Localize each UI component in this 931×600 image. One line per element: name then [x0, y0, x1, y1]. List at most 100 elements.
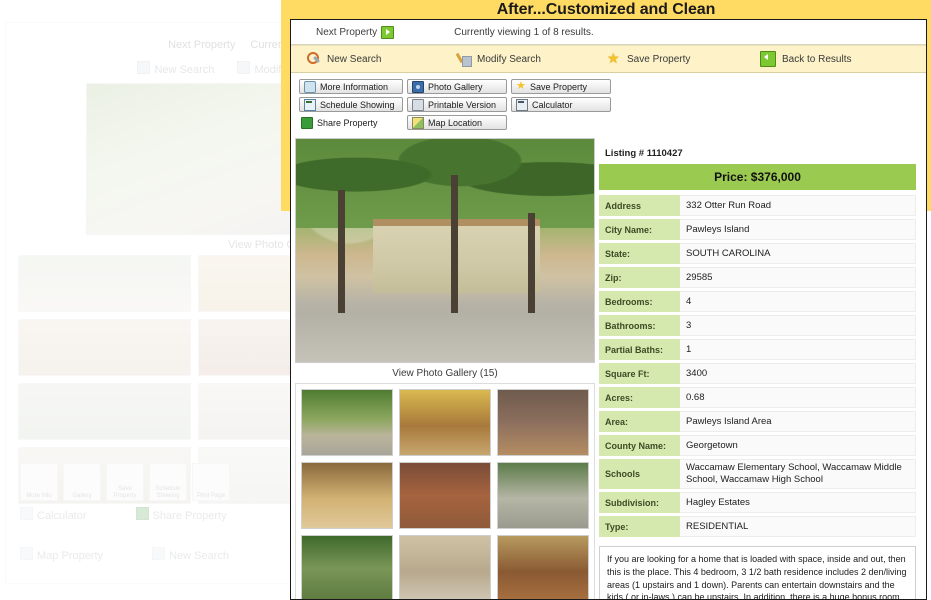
before-button-schedule-showing: Schedule Showing — [149, 463, 187, 501]
property-description: If you are looking for a home that is lo… — [599, 546, 916, 599]
share-property-label: Share Property — [317, 117, 378, 128]
right-column: Listing # 1110427 Price: $376,000 Addres… — [597, 138, 922, 599]
before-link-new-search-2: New Search — [152, 547, 229, 562]
before-button-save-property: Save Property — [106, 463, 144, 501]
schedule-showing-button[interactable]: Schedule Showing — [299, 97, 403, 112]
tree-trunk-right — [528, 212, 536, 313]
detail-value: 1 — [680, 339, 916, 360]
detail-value: Hagley Estates — [680, 492, 916, 513]
thumb-breakfast-nook[interactable] — [497, 535, 589, 599]
thumbnail-row — [301, 535, 589, 599]
detail-label: State: — [599, 243, 680, 264]
detail-value: 3 — [680, 315, 916, 336]
map-location-button[interactable]: Map Location — [407, 115, 507, 130]
thumb-workshop-shed[interactable] — [301, 535, 393, 599]
toolbar-new-search[interactable]: New Search — [307, 52, 457, 66]
detail-value: 0.68 — [680, 387, 916, 408]
results-counter: Currently viewing 1 of 8 results. — [454, 26, 594, 38]
before-link-share-property: Share Property — [135, 507, 227, 522]
before-big-button-row: More Info Gallery Save Property Schedule… — [20, 463, 230, 501]
share-icon — [301, 116, 313, 129]
main-toolbar: New Search Modify Search ★ Save Property… — [291, 45, 926, 73]
detail-row: Bedrooms: 4 — [599, 291, 916, 312]
detail-row: Partial Baths: 1 — [599, 339, 916, 360]
before-link-calculator: Calculator — [20, 507, 87, 522]
calculator-button[interactable]: Calculator — [511, 97, 611, 112]
share-property-button[interactable]: Share Property — [299, 115, 403, 130]
thumb-bonus-room[interactable] — [497, 389, 589, 456]
thumbnail-grid — [295, 383, 595, 599]
more-information-label: More Information — [320, 81, 389, 92]
main-property-photo[interactable] — [295, 138, 595, 363]
thumb-kitchen[interactable] — [301, 462, 393, 529]
thumb-exterior-front[interactable] — [301, 389, 393, 456]
detail-row: Schools Waccamaw Elementary School, Wacca… — [599, 459, 916, 489]
detail-row: County Name: Georgetown — [599, 435, 916, 456]
action-row-3: Share Property Map Location — [295, 115, 926, 130]
printable-version-button[interactable]: Printable Version — [407, 97, 507, 112]
map-icon — [20, 547, 33, 560]
toolbar-back-to-results[interactable]: Back to Results — [760, 51, 910, 67]
detail-label: Schools — [599, 459, 680, 489]
camera-icon — [412, 80, 424, 93]
thumb-porch[interactable] — [497, 462, 589, 529]
star-icon: ★ — [516, 79, 526, 92]
toolbar-save-property-label: Save Property — [627, 53, 691, 65]
action-row-1: More Information Photo Gallery ★ Save Pr… — [295, 79, 926, 94]
star-icon: ★ — [607, 50, 620, 66]
detail-label: Bathrooms: — [599, 315, 680, 336]
thumbnail-row — [301, 462, 589, 529]
printable-version-label: Printable Version — [428, 99, 497, 110]
before-next-property: Next Property — [168, 39, 236, 51]
before-link-map-property: Map Property — [20, 547, 103, 562]
detail-value: 29585 — [680, 267, 916, 288]
detail-label: City Name: — [599, 219, 680, 240]
detail-value: Georgetown — [680, 435, 916, 456]
save-property-button[interactable]: ★ Save Property — [511, 79, 611, 94]
left-column: View Photo Gallery (15) — [291, 138, 597, 599]
photo-gallery-button[interactable]: Photo Gallery — [407, 79, 507, 94]
toolbar-new-search-label: New Search — [327, 53, 382, 65]
detail-label: Type: — [599, 516, 680, 537]
detail-row: Zip: 29585 — [599, 267, 916, 288]
action-row-2: Schedule Showing Printable Version Calcu… — [295, 97, 926, 112]
content-columns: View Photo Gallery (15) Listing # 111042… — [291, 138, 926, 599]
detail-label: Bedrooms: — [599, 291, 680, 312]
before-button-print-page: Print Page — [192, 463, 230, 501]
magnifier-icon — [137, 61, 151, 74]
printer-icon — [412, 98, 424, 111]
detail-label: Partial Baths: — [599, 339, 680, 360]
price-banner: Price: $376,000 — [599, 164, 916, 190]
tree-trunk-center — [450, 174, 458, 313]
detail-row: Square Ft: 3400 — [599, 363, 916, 384]
gallery-label[interactable]: View Photo Gallery (15) — [295, 363, 595, 383]
toolbar-back-to-results-label: Back to Results — [782, 53, 852, 65]
thumb-dining-room[interactable] — [399, 462, 491, 529]
info-icon — [304, 80, 316, 93]
magnifier-icon — [307, 52, 321, 66]
more-information-button[interactable]: More Information — [299, 79, 403, 94]
thumb-living-room-fireplace[interactable] — [399, 389, 491, 456]
property-details-table: Address 332 Otter Run Road City Name: Pawle… — [599, 195, 916, 537]
detail-label: Address — [599, 195, 680, 216]
detail-value: 332 Otter Run Road — [680, 195, 916, 216]
toolbar-save-property[interactable]: ★ Save Property — [607, 50, 760, 66]
detail-label: Zip: — [599, 267, 680, 288]
thumb-family-room[interactable] — [399, 535, 491, 599]
before-main-photo — [86, 83, 313, 235]
detail-value: Pawleys Island Area — [680, 411, 916, 432]
save-property-label: Save Property — [530, 81, 588, 92]
next-arrow-icon — [381, 25, 395, 39]
detail-label: Square Ft: — [599, 363, 680, 384]
toolbar-modify-search[interactable]: Modify Search — [457, 52, 607, 67]
schedule-showing-label: Schedule Showing — [320, 99, 395, 110]
detail-value: 3400 — [680, 363, 916, 384]
listing-number: Listing # 1110427 — [605, 148, 683, 159]
next-property-button[interactable]: Next Property — [316, 25, 395, 39]
calendar-icon — [304, 98, 316, 111]
map-location-label: Map Location — [428, 117, 483, 128]
detail-label: County Name: — [599, 435, 680, 456]
detail-row: Acres: 0.68 — [599, 387, 916, 408]
thumbnail-row — [301, 389, 589, 456]
detail-value: RESIDENTIAL — [680, 516, 916, 537]
